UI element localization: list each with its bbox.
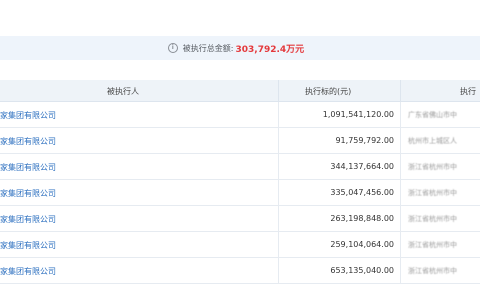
executed-person-link[interactable]: 家集团有限公司: [0, 266, 56, 277]
executed-person-link[interactable]: 家集团有限公司: [0, 240, 56, 251]
column-divider: [400, 232, 401, 257]
column-divider: [278, 258, 279, 283]
total-amount-value: 303,792.4万元: [235, 44, 305, 55]
column-divider: [400, 180, 401, 205]
total-amount-summary: i 被执行总金额: 303,792.4万元: [167, 42, 305, 55]
table-header: 被执行人 执行标的(元) 执行: [0, 80, 480, 102]
executed-person-link[interactable]: 家集团有限公司: [0, 162, 56, 173]
execution-amount: 91,759,792.00: [335, 136, 394, 145]
column-divider: [400, 154, 401, 179]
executed-person-link[interactable]: 家集团有限公司: [0, 136, 56, 147]
column-divider: [400, 206, 401, 231]
table-row: 家集团有限公司 259,104,064.00 浙江省杭州市中: [0, 232, 480, 258]
execution-amount: 344,137,664.00: [330, 162, 394, 171]
column-divider: [400, 258, 401, 283]
column-divider: [278, 232, 279, 257]
column-divider: [278, 206, 279, 231]
executed-person-link[interactable]: 家集团有限公司: [0, 214, 56, 225]
column-divider: [400, 128, 401, 153]
court-name: 浙江省杭州市中: [408, 189, 457, 197]
column-divider: [278, 80, 279, 101]
court-name: 广东省佛山市中: [408, 111, 457, 119]
court-name: 浙江省杭州市中: [408, 241, 457, 249]
column-divider: [278, 128, 279, 153]
table-row: 家集团有限公司 653,135,040.00 浙江省杭州市中: [0, 258, 480, 284]
column-divider: [278, 154, 279, 179]
column-header-court[interactable]: 执行: [460, 86, 476, 97]
table-row: 家集团有限公司 1,091,541,120.00 广东省佛山市中: [0, 102, 480, 128]
court-name: 杭州市上城区人: [408, 137, 457, 145]
execution-amount: 263,198,848.00: [330, 214, 394, 223]
executed-person-link[interactable]: 家集团有限公司: [0, 110, 56, 121]
column-divider: [400, 102, 401, 127]
column-divider: [278, 180, 279, 205]
court-name: 浙江省杭州市中: [408, 267, 457, 275]
column-divider: [278, 102, 279, 127]
table-row: 家集团有限公司 91,759,792.00 杭州市上城区人: [0, 128, 480, 154]
execution-amount: 653,135,040.00: [330, 266, 394, 275]
column-header-executed-person[interactable]: 被执行人: [107, 86, 139, 97]
total-amount-bar: i 被执行总金额: 303,792.4万元: [0, 36, 480, 60]
executed-person-link[interactable]: 家集团有限公司: [0, 188, 56, 199]
execution-table-body: 家集团有限公司 1,091,541,120.00 广东省佛山市中 家集团有限公司…: [0, 102, 480, 284]
execution-amount: 259,104,064.00: [330, 240, 394, 249]
table-row: 家集团有限公司 263,198,848.00 浙江省杭州市中: [0, 206, 480, 232]
info-icon: i: [167, 43, 178, 53]
execution-amount: 1,091,541,120.00: [322, 110, 394, 119]
table-row: 家集团有限公司 344,137,664.00 浙江省杭州市中: [0, 154, 480, 180]
table-row: 家集团有限公司 335,047,456.00 浙江省杭州市中: [0, 180, 480, 206]
court-name: 浙江省杭州市中: [408, 163, 457, 171]
total-amount-label: 被执行总金额:: [182, 43, 234, 53]
column-header-execution-amount[interactable]: 执行标的(元): [305, 86, 351, 97]
court-name: 浙江省杭州市中: [408, 215, 457, 223]
column-divider: [400, 80, 401, 101]
execution-amount: 335,047,456.00: [330, 188, 394, 197]
